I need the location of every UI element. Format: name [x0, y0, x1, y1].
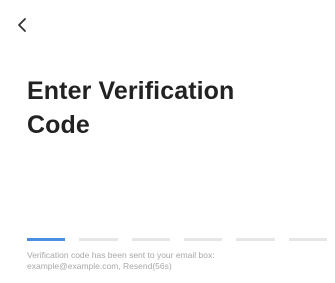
- email-address: example@example.com: [27, 261, 119, 271]
- code-digit-slot[interactable]: [27, 238, 66, 241]
- code-digit-slot[interactable]: [131, 238, 170, 241]
- chevron-left-icon: [14, 14, 38, 38]
- verification-info: Verification code has been sent to your …: [27, 250, 327, 272]
- verification-screen: Enter Verification Code Verification cod…: [0, 0, 335, 283]
- sent-message: Verification code has been sent to your …: [27, 250, 215, 260]
- email-line: example@example.com, Resend(56s): [27, 261, 172, 271]
- back-button[interactable]: [14, 14, 38, 38]
- code-digit-slot[interactable]: [236, 238, 275, 241]
- code-input[interactable]: [27, 238, 327, 242]
- title-line-1: Enter Verification: [27, 77, 235, 105]
- code-digit-slot[interactable]: [79, 238, 118, 241]
- page-title: Enter Verification Code: [27, 74, 317, 142]
- code-digit-slot[interactable]: [288, 238, 327, 241]
- title-line-2: Code: [27, 111, 90, 139]
- code-digit-slot[interactable]: [183, 238, 223, 241]
- resend-link[interactable]: Resend(56s): [123, 261, 172, 271]
